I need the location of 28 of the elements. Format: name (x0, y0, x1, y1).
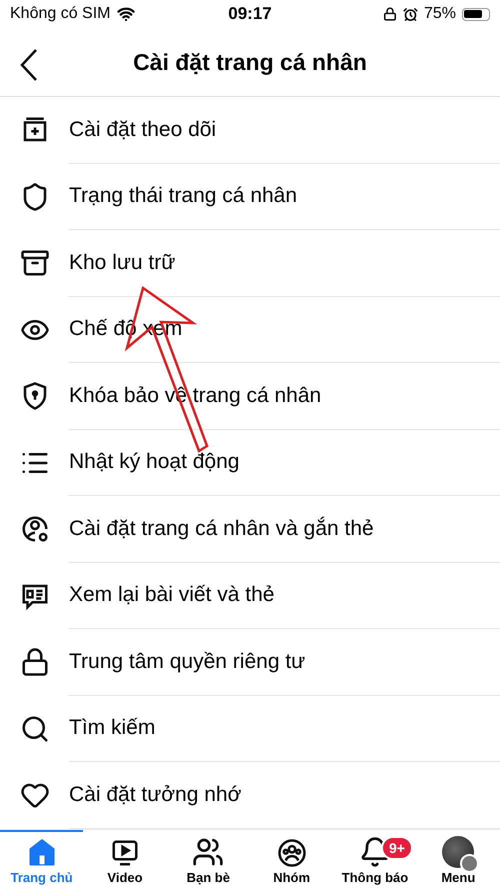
page-title: Cài đặt trang cá nhân (133, 48, 367, 76)
lock-icon (20, 647, 50, 678)
wifi-icon (116, 5, 134, 23)
tab-bar-item[interactable]: Bạn bè (166, 830, 250, 889)
user-gear-icon (20, 514, 50, 544)
carrier-text: Không có SIM (10, 5, 110, 23)
settings-item[interactable]: Kho lưu trữ (69, 230, 500, 296)
tab-bar-item[interactable]: Nhóm (250, 830, 334, 889)
alarm-icon (402, 6, 418, 22)
settings-item[interactable]: Trạng thái trang cá nhân (69, 164, 500, 230)
battery-icon (462, 8, 490, 20)
tab-bar-item[interactable]: Video (83, 830, 167, 889)
friends-icon (192, 836, 224, 868)
settings-item[interactable]: Xem lại bài viết và thẻ (69, 562, 500, 629)
settings-item[interactable]: Cài đặt theo dõi (69, 97, 500, 164)
notification-count: 9+ (380, 836, 413, 860)
tab-bar-item[interactable]: Menu (416, 830, 500, 889)
settings-item[interactable]: Tìm kiếm (69, 696, 500, 762)
search-icon (20, 714, 50, 744)
settings-item[interactable]: Trung tâm quyền riêng tư (69, 629, 500, 696)
tab-bar-item[interactable]: Trang chủ (0, 830, 84, 889)
settings-item[interactable]: Nhật ký hoạt động (69, 430, 500, 496)
clock-time: 09:17 (228, 4, 272, 24)
battery-percent: 75% (424, 5, 456, 23)
archive-icon (20, 248, 50, 278)
settings-item[interactable]: Cài đặt trang cá nhân và gắn thẻ (69, 496, 500, 562)
tab-bar-item[interactable]: Thông báo 9+ (333, 830, 417, 889)
groups-icon (276, 838, 308, 868)
